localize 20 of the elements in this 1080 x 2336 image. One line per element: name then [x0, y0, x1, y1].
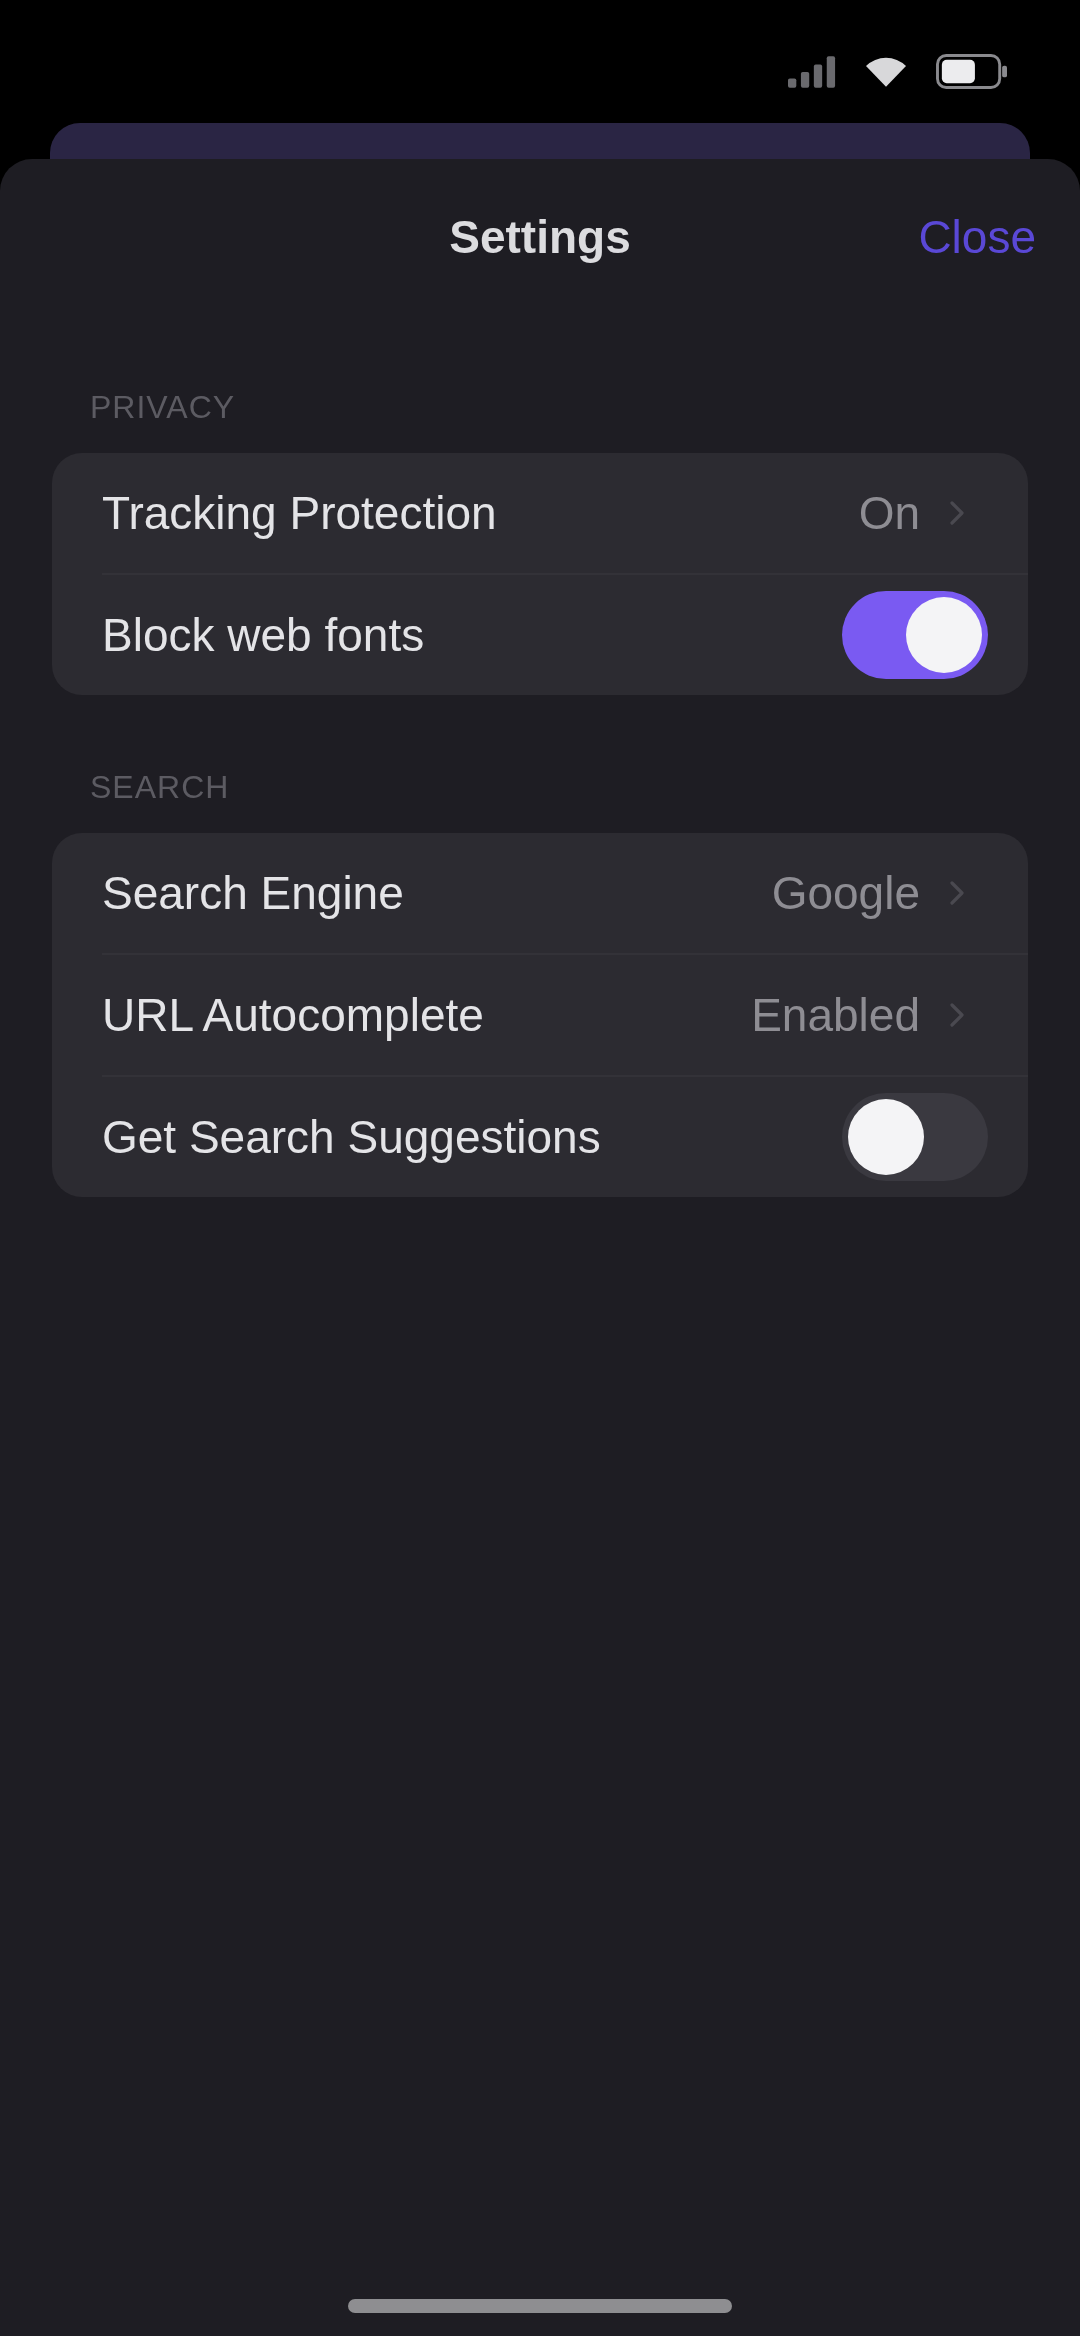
- row-value: Enabled: [751, 988, 920, 1042]
- row-label: Block web fonts: [102, 608, 426, 662]
- signal-icon: [788, 55, 836, 88]
- row-label: URL Autocomplete: [102, 988, 485, 1042]
- section-header: SEARCH: [90, 768, 231, 807]
- settings-row[interactable]: URL Autocomplete Enabled: [52, 955, 1028, 1075]
- row-value: On: [858, 486, 920, 540]
- chevron-icon: [950, 1003, 964, 1027]
- settings-row[interactable]: Tracking Protection On: [52, 453, 1028, 573]
- wifi-icon: [866, 56, 906, 87]
- battery-icon: [936, 54, 1008, 89]
- sheet-title: Settings: [449, 210, 631, 264]
- section-header: PRIVACY: [90, 388, 237, 427]
- settings-row[interactable]: Search Engine Google: [52, 833, 1028, 953]
- row-value: Google: [771, 866, 920, 920]
- row-label: Get Search Suggestions: [102, 1110, 602, 1164]
- row-label: Search Engine: [102, 866, 405, 920]
- chevron-icon: [950, 501, 964, 525]
- row-label: Tracking Protection: [102, 486, 498, 540]
- chevron-icon: [950, 881, 964, 905]
